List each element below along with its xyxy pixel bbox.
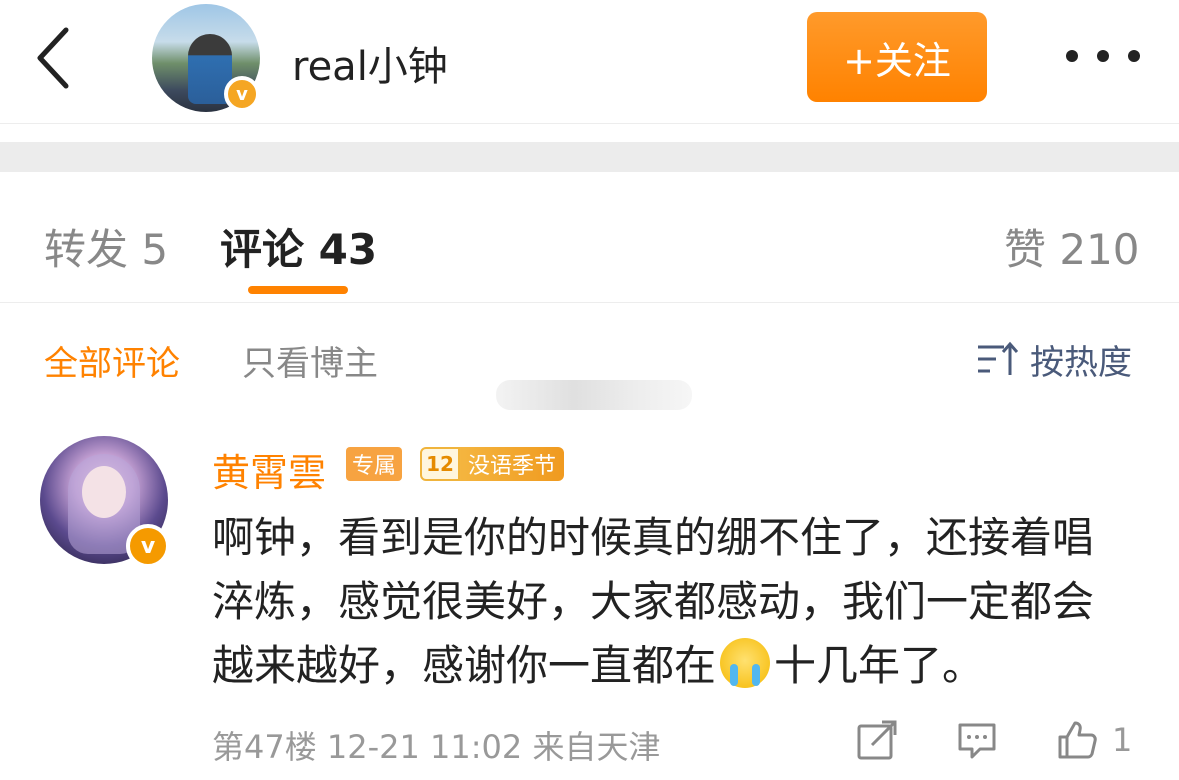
- more-dot: [1128, 50, 1140, 62]
- more-dot: [1066, 50, 1078, 62]
- sort-by-hot-button[interactable]: 按热度: [976, 334, 1132, 384]
- avatar-face: [82, 466, 126, 518]
- follow-button[interactable]: +关注: [807, 12, 987, 102]
- reply-button[interactable]: [956, 716, 998, 764]
- fan-badge-title: 没语季节: [460, 447, 565, 481]
- active-tab-indicator: [248, 286, 348, 294]
- chevron-left-icon: [37, 27, 69, 89]
- share-icon: [857, 720, 897, 760]
- comment-meta: 第47楼 12-21 11:02 来自天津: [212, 728, 661, 766]
- more-dot: [1097, 50, 1109, 62]
- like-count: 1: [1112, 721, 1133, 759]
- top-bar: v real小钟 +关注: [0, 0, 1179, 124]
- sort-label: 按热度: [1030, 342, 1132, 383]
- comment-icon: [958, 723, 996, 759]
- comment-text: 啊钟，看到是你的时候真的绷不住了，还接着唱淬炼，感觉很美好，大家都感动，我们一定…: [212, 506, 1132, 698]
- tab-comment[interactable]: 评论 43: [220, 216, 377, 277]
- author-name[interactable]: real小钟: [292, 34, 448, 92]
- commenter-name[interactable]: 黄霄雲: [212, 442, 326, 497]
- tab-repost[interactable]: 转发 5: [44, 216, 168, 277]
- back-button[interactable]: [30, 22, 82, 94]
- blurred-overlay: [496, 380, 692, 410]
- filter-all-comments[interactable]: 全部评论: [44, 336, 180, 385]
- crying-emoji-icon: [720, 638, 771, 688]
- tab-like[interactable]: 赞 210: [1004, 216, 1140, 277]
- fan-level-badge[interactable]: 12 没语季节: [420, 446, 565, 482]
- share-button[interactable]: [856, 716, 898, 764]
- thumbs-up-icon: [1058, 721, 1097, 759]
- verified-badge-icon: v: [224, 76, 260, 112]
- like-button[interactable]: 1: [1056, 716, 1132, 764]
- interaction-tabs: 转发 5 评论 43 赞 210: [0, 172, 1179, 303]
- exclusive-badge: 专属: [346, 447, 403, 481]
- section-divider: [0, 142, 1179, 172]
- fan-level-number: 12: [420, 447, 460, 481]
- comment-text-part2: 十几年了。: [774, 641, 985, 690]
- commenter-verified-icon: v: [126, 524, 170, 568]
- more-dots-icon[interactable]: [1066, 36, 1140, 76]
- sort-icon: [978, 341, 1018, 375]
- filter-author-only[interactable]: 只看博主: [242, 336, 378, 385]
